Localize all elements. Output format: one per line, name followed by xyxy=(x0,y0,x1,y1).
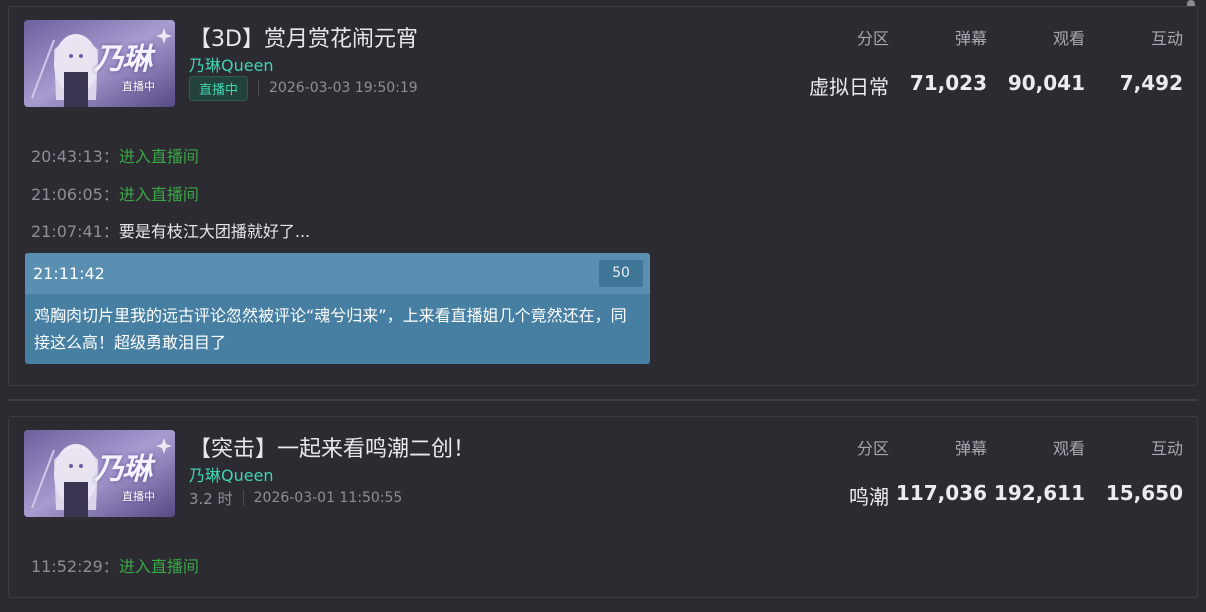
stat-header-danmaku: 弹幕 xyxy=(954,29,987,48)
card-divider xyxy=(8,399,1198,401)
thumbnail-live-text: 直播中 xyxy=(122,80,155,93)
stat-header-interactions: 互动 xyxy=(1150,439,1183,458)
thumbnail-live-text: 直播中 xyxy=(122,490,155,503)
stat-header-area: 分区 xyxy=(856,439,889,458)
stream-duration: 3.2 时 xyxy=(189,489,233,508)
live-status-badge: 直播中 xyxy=(189,75,249,101)
stat-header-views: 观看 xyxy=(1052,29,1085,48)
stat-value-danmaku: 71,023 xyxy=(909,71,987,95)
stream-meta: 3.2 时 2026-03-01 11:50:55 xyxy=(189,487,402,509)
stream-title[interactable]: 【突击】一起来看鸣潮二创！ xyxy=(189,431,475,463)
stat-header-danmaku: 弹幕 xyxy=(954,439,987,458)
stat-value-views: 90,041 xyxy=(1007,71,1085,95)
stream-card: 乃琳 直播中 【突击】一起来看鸣潮二创！ 乃琳Queen 3.2 时 2026-… xyxy=(8,416,1198,598)
superchat-header: 21:11:42 50 xyxy=(25,253,650,294)
stat-header-area: 分区 xyxy=(856,29,889,48)
stat-value-views: 192,611 xyxy=(993,481,1085,505)
log-entry: 21:07:41：要是有枝江大团播就好了... xyxy=(31,222,311,241)
log-time: 21:06:05 xyxy=(31,185,103,204)
log-time: 21:07:41 xyxy=(31,222,103,241)
meta-divider xyxy=(258,80,260,96)
log-text: 进入直播间 xyxy=(118,185,199,204)
stream-meta: 直播中 2026-03-03 19:50:19 xyxy=(189,75,418,101)
superchat-card: 21:11:42 50 鸡胸肉切片里我的远古评论忽然被评论“魂兮归来”，上来看直… xyxy=(25,253,650,364)
stat-header-views: 观看 xyxy=(1052,439,1085,458)
stat-header-interactions: 互动 xyxy=(1150,29,1183,48)
log-time: 20:43:13 xyxy=(31,147,103,166)
streamer-name[interactable]: 乃琳Queen xyxy=(189,462,274,486)
stat-value-interactions: 15,650 xyxy=(1105,481,1183,505)
log-text: 进入直播间 xyxy=(118,147,199,166)
stat-value-danmaku: 117,036 xyxy=(895,481,987,505)
streamer-name[interactable]: 乃琳Queen xyxy=(189,52,274,76)
log-time: 11:52:29 xyxy=(31,557,103,576)
log-entry: 20:43:13：进入直播间 xyxy=(31,147,199,166)
superchat-amount: 50 xyxy=(599,260,643,287)
log-text: 要是有枝江大团播就好了... xyxy=(118,222,311,241)
stream-start-time: 2026-03-03 19:50:19 xyxy=(269,80,418,96)
stream-thumbnail[interactable]: 乃琳 直播中 xyxy=(24,430,175,517)
thumbnail-logo: 乃琳 xyxy=(94,42,152,77)
stream-stats: 分区 弹幕 观看 互动 虚拟日常 71,023 90,041 7,492 xyxy=(783,25,1183,100)
stream-thumbnail[interactable]: 乃琳 直播中 xyxy=(24,20,175,107)
stream-card: 乃琳 直播中 【3D】赏月赏花闹元宵 乃琳Queen 直播中 2026-03-0… xyxy=(8,6,1198,386)
stream-stats: 分区 弹幕 观看 互动 鸣潮 117,036 192,611 15,650 xyxy=(783,435,1183,510)
stat-value-area: 虚拟日常 xyxy=(809,75,889,99)
log-entry: 21:06:05：进入直播间 xyxy=(31,185,199,204)
superchat-time: 21:11:42 xyxy=(33,264,105,283)
log-entry: 11:52:29：进入直播间 xyxy=(31,557,199,576)
stream-start-time: 2026-03-01 11:50:55 xyxy=(253,490,403,506)
meta-divider xyxy=(242,490,244,506)
superchat-message: 鸡胸肉切片里我的远古评论忽然被评论“魂兮归来”，上来看直播姐几个竟然还在，同接这… xyxy=(34,306,627,352)
stat-value-interactions: 7,492 xyxy=(1119,71,1183,95)
thumbnail-logo: 乃琳 xyxy=(94,452,152,487)
stat-value-area: 鸣潮 xyxy=(849,485,889,509)
log-text: 进入直播间 xyxy=(118,557,199,576)
stream-title[interactable]: 【3D】赏月赏花闹元宵 xyxy=(189,21,418,53)
